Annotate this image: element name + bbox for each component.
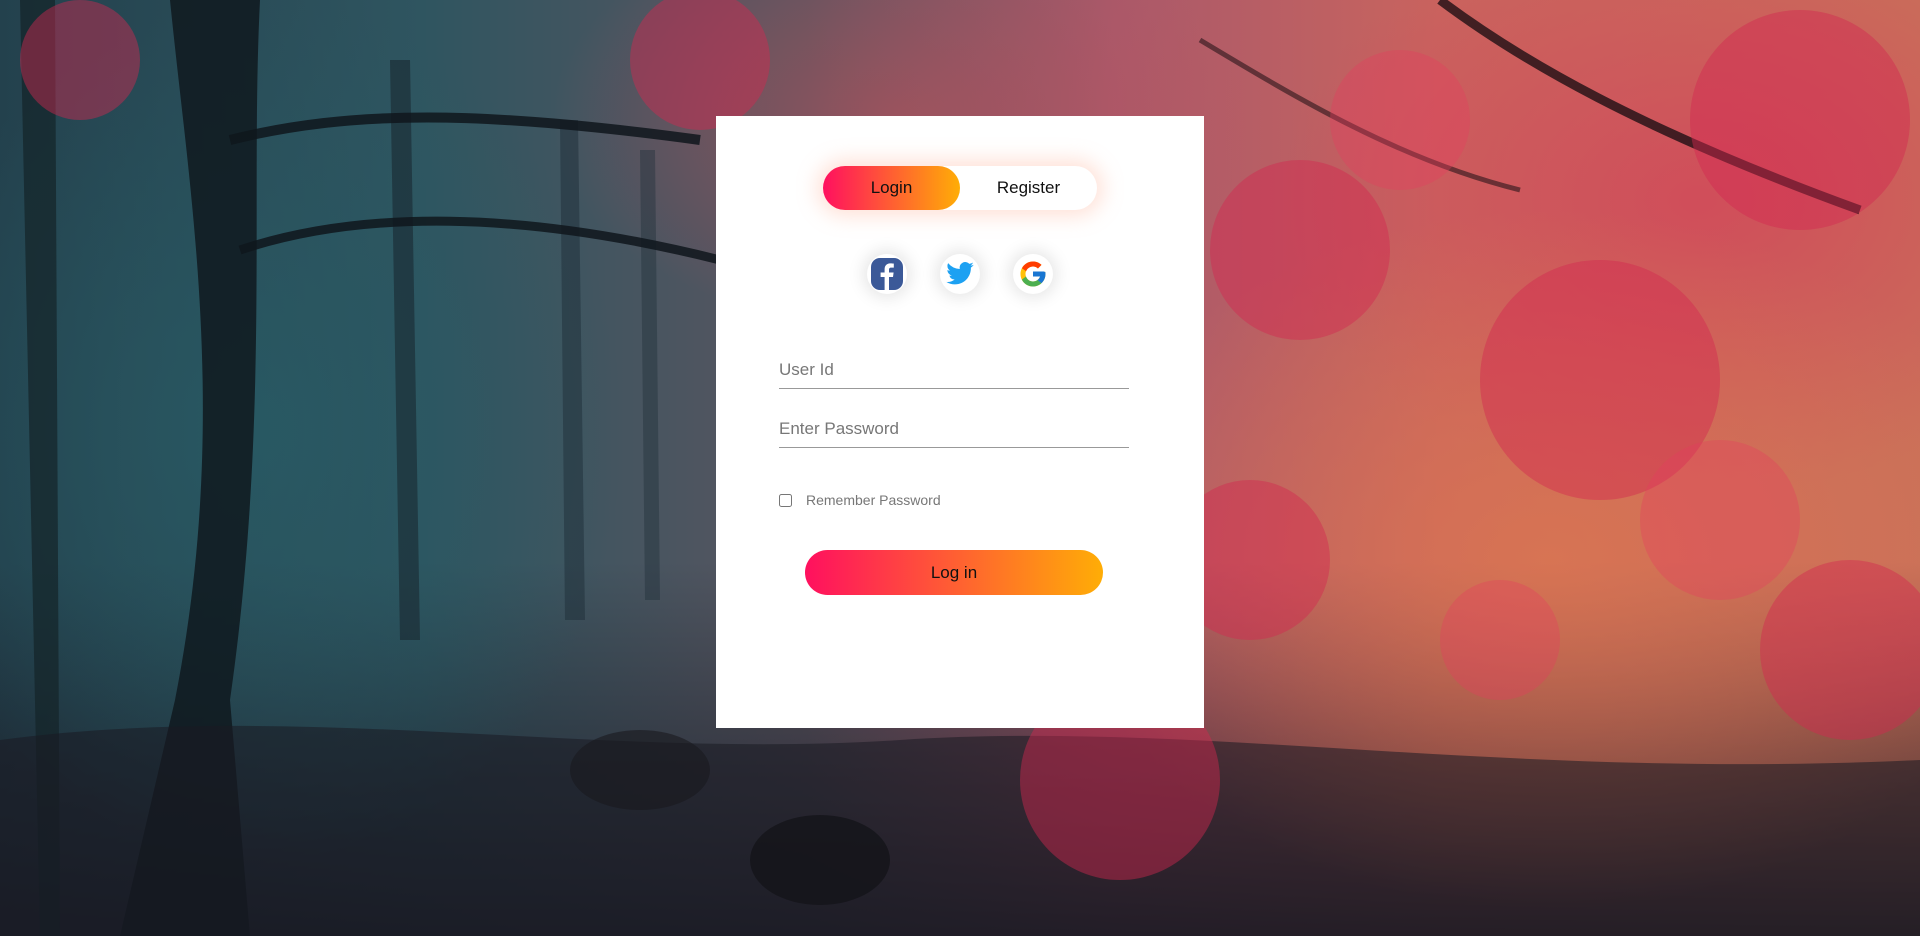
twitter-icon: [946, 262, 974, 285]
remember-password-label: Remember Password: [806, 492, 941, 508]
login-card: Login Register Remember Password Log in: [716, 116, 1204, 728]
google-login-button[interactable]: [1013, 254, 1053, 294]
remember-password-row[interactable]: Remember Password: [779, 492, 941, 508]
facebook-icon: [871, 258, 903, 290]
tab-login[interactable]: Login: [823, 166, 960, 210]
google-icon: [1020, 261, 1046, 287]
remember-password-checkbox[interactable]: [779, 493, 792, 507]
auth-toggle: Login Register: [823, 166, 1097, 210]
password-input[interactable]: [779, 411, 1129, 448]
user-id-input[interactable]: [779, 352, 1129, 389]
tab-register[interactable]: Register: [960, 166, 1097, 210]
twitter-login-button[interactable]: [940, 254, 980, 294]
login-submit-button[interactable]: Log in: [805, 550, 1103, 595]
facebook-login-button[interactable]: [867, 254, 907, 294]
